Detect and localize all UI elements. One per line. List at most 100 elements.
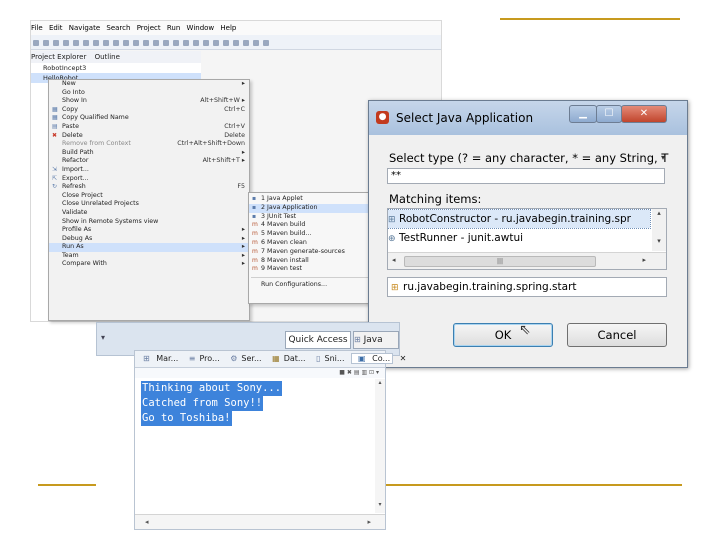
menu-item-go-into[interactable]: Go Into — [49, 89, 249, 98]
remove-launch-icon[interactable]: ✖ — [347, 369, 352, 376]
menu-item-copy[interactable]: ▦ Copy Ctrl+C — [49, 106, 249, 115]
toolbar-icon[interactable] — [203, 40, 209, 46]
toolbar-icon[interactable] — [63, 40, 69, 46]
toolbar-icon[interactable] — [113, 40, 119, 46]
list-item[interactable]: ⊞ RobotConstructor - ru.javabegin.trainin… — [388, 209, 651, 229]
submenu-item-run-configurations[interactable]: Run Configurations... — [249, 281, 379, 290]
menu-item-validate[interactable]: Validate — [49, 209, 249, 218]
menu-item-copy-qualified-name[interactable]: ▦ Copy Qualified Name — [49, 114, 249, 123]
tab-outline[interactable]: Outline — [95, 53, 120, 61]
scroll-right-icon[interactable]: ▸ — [642, 256, 646, 264]
menu-navigate[interactable]: Navigate — [69, 24, 100, 32]
toolbar-icon[interactable] — [183, 40, 189, 46]
toolbar-icon[interactable] — [53, 40, 59, 46]
tab-snippets[interactable]: ▯ Sni... — [312, 354, 344, 363]
submenu-item-maven-install[interactable]: m8 Maven install — [249, 257, 379, 266]
submenu-item-maven-test[interactable]: m9 Maven test — [249, 265, 379, 274]
tab-console[interactable]: ▣ Co... — [351, 353, 394, 364]
toolbar-icon[interactable] — [223, 40, 229, 46]
toolbar-icon[interactable] — [193, 40, 199, 46]
submenu-item-maven-generate[interactable]: m7 Maven generate-sources — [249, 248, 379, 257]
submenu-item-maven-clean[interactable]: m6 Maven clean — [249, 239, 379, 248]
menu-item-export[interactable]: ⇱ Export... — [49, 175, 249, 184]
toolbar-icon[interactable] — [253, 40, 259, 46]
submenu-item-junit-test[interactable]: ▪3 JUnit TestA — [249, 213, 379, 222]
console-horizontal-scrollbar[interactable]: ◂ ▸ — [135, 514, 385, 529]
toolbar-icon[interactable] — [133, 40, 139, 46]
menu-item-debug-as[interactable]: Debug As ▸ — [49, 235, 249, 244]
console-output[interactable]: Thinking about Sony... Catched from Sony… — [141, 381, 283, 426]
toolbar-icon[interactable] — [263, 40, 269, 46]
maximize-button[interactable]: ☐ — [596, 105, 622, 123]
toolbar-icon[interactable] — [173, 40, 179, 46]
menu-item-remote-systems[interactable]: Show in Remote Systems view — [49, 218, 249, 227]
menu-item-run-as[interactable]: Run As ▸ — [49, 243, 249, 252]
terminate-icon[interactable]: ■ — [339, 369, 345, 376]
menu-item-remove-from-context[interactable]: Remove from Context Ctrl+Alt+Shift+Down — [49, 140, 249, 149]
scroll-down-icon[interactable]: ▾ — [375, 501, 385, 508]
display-console-icon[interactable]: ▾ — [376, 369, 379, 376]
toolbar-icon[interactable] — [33, 40, 39, 46]
submenu-item-maven-build-dots[interactable]: m5 Maven build... — [249, 230, 379, 239]
toolbar-icon[interactable] — [103, 40, 109, 46]
menu-item-refresh[interactable]: ↻ Refresh F5 — [49, 183, 249, 192]
menu-edit[interactable]: Edit — [49, 24, 63, 32]
toolbar-icon[interactable] — [43, 40, 49, 46]
toolbar-icon[interactable] — [153, 40, 159, 46]
menu-item-refactor[interactable]: Refactor Alt+Shift+T ▸ — [49, 157, 249, 166]
toolbar-icon[interactable] — [83, 40, 89, 46]
menu-search[interactable]: Search — [106, 24, 130, 32]
menu-item-compare-with[interactable]: Compare With ▸ — [49, 260, 249, 269]
chevron-down-icon[interactable]: ▾ — [101, 333, 105, 342]
tab-data[interactable]: ▦ Dat... — [268, 354, 305, 363]
chevron-down-icon[interactable]: ▾ — [661, 153, 665, 162]
tree-item[interactable]: RobotIncept3 — [31, 63, 201, 73]
menu-file[interactable]: File — [31, 24, 43, 32]
menu-item-profile-as[interactable]: Profile As ▸ — [49, 226, 249, 235]
scroll-up-icon[interactable]: ▴ — [375, 379, 385, 386]
menu-help[interactable]: Help — [220, 24, 236, 32]
toolbar-icon[interactable] — [243, 40, 249, 46]
list-item[interactable]: ⊕ TestRunner - junit.awtui — [388, 229, 650, 247]
submenu-item-java-application[interactable]: ▪2 Java ApplicationA — [249, 203, 379, 213]
menu-item-import[interactable]: ⇲ Import... — [49, 166, 249, 175]
menu-item-build-path[interactable]: Build Path ▸ — [49, 149, 249, 158]
toolbar-icon[interactable] — [93, 40, 99, 46]
type-filter-input[interactable] — [387, 168, 665, 184]
scroll-left-icon[interactable]: ◂ — [392, 256, 396, 264]
submenu-item-maven-build[interactable]: m4 Maven buildAl — [249, 221, 379, 230]
menu-item-paste[interactable]: ▤ Paste Ctrl+V — [49, 123, 249, 132]
scroll-down-icon[interactable]: ▾ — [652, 237, 666, 245]
menu-item-new[interactable]: New ▸ — [49, 80, 249, 89]
close-button[interactable]: ✕ — [621, 105, 667, 123]
scroll-thumb[interactable]: ||| — [404, 256, 596, 267]
java-perspective-button[interactable]: ⊞ Java — [353, 331, 399, 349]
vertical-scrollbar[interactable]: ▴ ▾ — [652, 209, 666, 251]
quick-access-field[interactable]: Quick Access — [285, 331, 351, 349]
toolbar-icon[interactable] — [143, 40, 149, 46]
menu-item-show-in[interactable]: Show In Alt+Shift+W ▸ — [49, 97, 249, 106]
clear-console-icon[interactable]: ▤ — [354, 369, 360, 376]
menu-project[interactable]: Project — [137, 24, 161, 32]
menu-run[interactable]: Run — [167, 24, 180, 32]
menu-window[interactable]: Window — [187, 24, 215, 32]
tab-progress[interactable]: ≡ Pro... — [185, 354, 220, 363]
pin-console-icon[interactable]: ⊡ — [369, 369, 374, 376]
tab-markers[interactable]: ⊞ Mar... — [139, 354, 178, 363]
submenu-item-java-applet[interactable]: ▪1 Java AppletA — [249, 195, 379, 204]
toolbar-icon[interactable] — [233, 40, 239, 46]
ok-button[interactable]: OK — [453, 323, 553, 347]
scroll-left-icon[interactable]: ◂ — [145, 518, 149, 526]
tab-project-explorer[interactable]: Project Explorer — [31, 53, 86, 61]
scroll-lock-icon[interactable]: ▥ — [361, 369, 367, 376]
toolbar-icon[interactable] — [73, 40, 79, 46]
console-vertical-scrollbar[interactable]: ▴ ▾ — [375, 379, 385, 513]
menu-item-delete[interactable]: ✖ Delete Delete — [49, 132, 249, 141]
toolbar-icon[interactable] — [163, 40, 169, 46]
scroll-up-icon[interactable]: ▴ — [652, 209, 666, 217]
tab-servers[interactable]: ⚙ Ser... — [226, 354, 261, 363]
horizontal-scrollbar[interactable]: ◂ ||| ▸ — [388, 252, 666, 269]
close-icon[interactable]: ✕ — [400, 354, 407, 363]
menu-item-close-project[interactable]: Close Project — [49, 192, 249, 201]
scroll-right-icon[interactable]: ▸ — [367, 515, 371, 529]
